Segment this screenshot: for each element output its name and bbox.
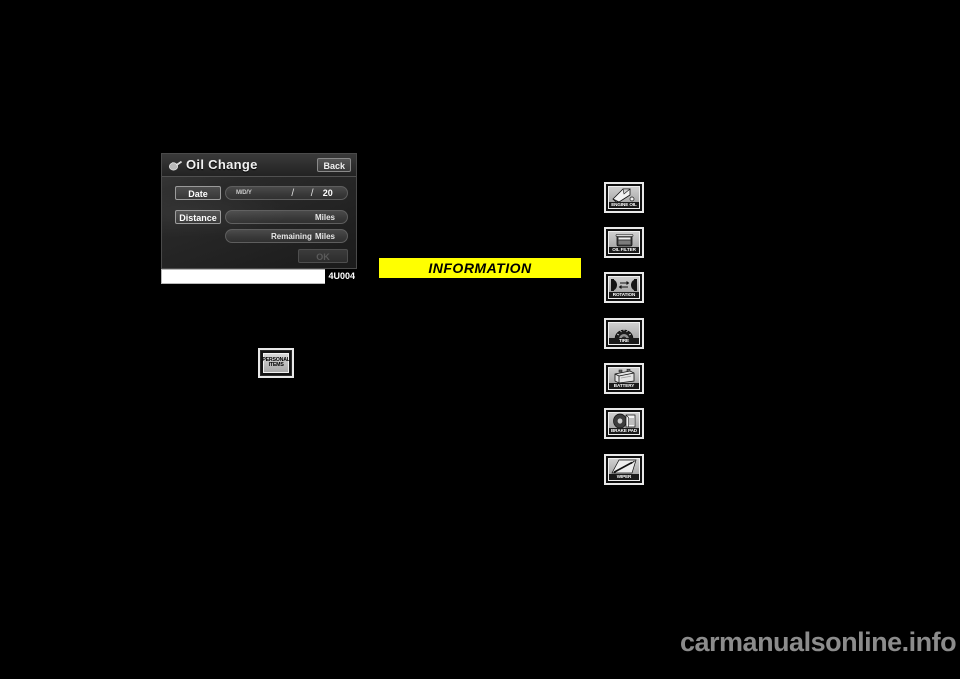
remaining-label: Remaining xyxy=(271,232,312,241)
date-button[interactable]: Date xyxy=(175,186,221,200)
icon-face: ROTATION xyxy=(608,276,640,299)
maintenance-icon-label: BATTERY xyxy=(609,383,639,389)
date-field[interactable]: M/D/Y / / 20 xyxy=(225,186,348,200)
maintenance-icon-label: OIL FILTER xyxy=(609,247,639,253)
icon-face: ENGINE OIL xyxy=(608,186,640,209)
remaining-row: Remaining Miles xyxy=(162,229,356,243)
battery-icon xyxy=(609,368,639,383)
engine-oil-icon xyxy=(609,187,639,202)
icon-face: BRAKE PAD xyxy=(608,412,640,435)
distance-unit: Miles xyxy=(314,213,335,222)
personal-items-label-line2: ITEMS xyxy=(268,362,284,368)
distance-row: Distance Miles xyxy=(162,210,356,224)
maintenance-icon-wiper[interactable]: WIPER xyxy=(604,454,644,485)
date-format-hint: M/D/Y xyxy=(236,190,252,196)
oil-filter-icon xyxy=(609,232,639,247)
distance-field[interactable]: Miles xyxy=(225,210,348,224)
maintenance-icon-engine-oil[interactable]: ENGINE OIL xyxy=(604,182,644,213)
icon-frame: TIRE xyxy=(606,320,642,347)
date-separator-1: / xyxy=(291,188,295,199)
information-heading: INFORMATION xyxy=(428,260,532,276)
icon-frame: WIPER xyxy=(606,456,642,483)
date-year-prefix: 20 xyxy=(322,188,333,198)
maintenance-icon-tire[interactable]: TIRE xyxy=(604,318,644,349)
ok-button[interactable]: OK xyxy=(298,249,348,263)
maintenance-icon-label: ROTATION xyxy=(609,292,639,298)
remaining-unit: Miles xyxy=(314,232,335,241)
icon-face: TIRE xyxy=(608,322,640,345)
oil-change-figure: Oil Change Back Date M/D/Y / / 20 Distan… xyxy=(161,153,358,284)
icon-face: WIPER xyxy=(608,458,640,481)
date-separator-2: / xyxy=(310,188,314,199)
icon-face: BATTERY xyxy=(608,367,640,390)
personal-items-face: PERSONAL ITEMS xyxy=(262,353,290,373)
icon-frame: BRAKE PAD xyxy=(606,410,642,437)
remaining-field: Remaining Miles xyxy=(225,229,348,243)
maintenance-icon-label: WIPER xyxy=(609,474,639,480)
icon-frame: ENGINE OIL xyxy=(606,184,642,211)
maintenance-icon-label: ENGINE OIL xyxy=(609,202,639,208)
nav-titlebar: Oil Change Back xyxy=(162,154,356,177)
maintenance-icon-label: TIRE xyxy=(609,338,639,344)
maintenance-icon-rotation[interactable]: ROTATION xyxy=(604,272,644,303)
nav-screen: Oil Change Back Date M/D/Y / / 20 Distan… xyxy=(161,153,357,269)
brake-pad-icon xyxy=(609,413,639,428)
personal-items-figure: PERSONAL ITEMS xyxy=(258,348,294,378)
maintenance-icon-label: BRAKE PAD xyxy=(609,428,639,434)
maintenance-icon-oil-filter[interactable]: OIL FILTER xyxy=(604,227,644,258)
icon-face: OIL FILTER xyxy=(608,231,640,254)
date-row: Date M/D/Y / / 20 xyxy=(162,186,356,200)
wiper-icon xyxy=(609,459,639,474)
tire-rotation-icon xyxy=(609,277,639,292)
icon-frame: BATTERY xyxy=(606,365,642,392)
site-watermark: carmanualsonline.info xyxy=(680,627,957,657)
information-banner: INFORMATION xyxy=(379,258,581,278)
personal-items-button[interactable]: PERSONAL ITEMS xyxy=(260,350,292,376)
maintenance-icon-battery[interactable]: BATTERY xyxy=(604,363,644,394)
icon-frame: OIL FILTER xyxy=(606,229,642,256)
distance-button[interactable]: Distance xyxy=(175,210,221,224)
page-title: Oil Change xyxy=(186,157,258,172)
tire-icon xyxy=(609,323,639,339)
figure-code: 4U004 xyxy=(325,269,358,284)
icon-frame: ROTATION xyxy=(606,274,642,301)
maintenance-icon-brake-pad[interactable]: BRAKE PAD xyxy=(604,408,644,439)
oil-can-icon xyxy=(168,159,183,172)
back-button[interactable]: Back xyxy=(317,158,351,172)
